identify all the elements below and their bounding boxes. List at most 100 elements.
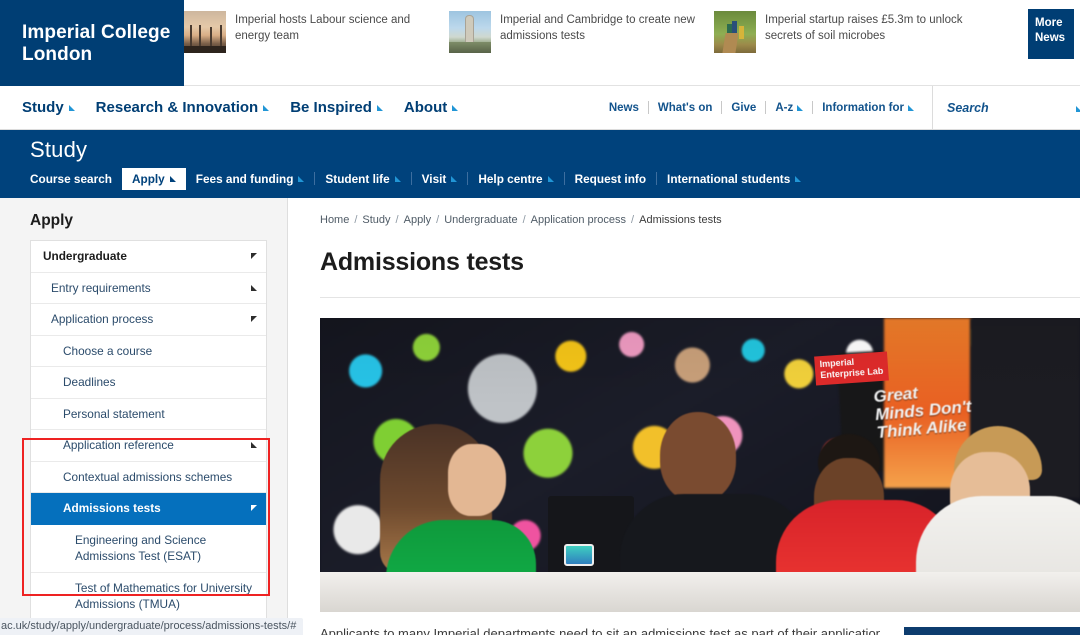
utility-item-label: A-z [775,101,794,114]
utility-item-whats-on[interactable]: What's on [649,102,721,114]
sidebar-item-application-reference[interactable]: Application reference [31,430,266,462]
page-body: Apply Undergraduate Entry requirements A… [0,198,1080,635]
caret-down-icon [451,175,458,182]
breadcrumb-item-home[interactable]: Home [320,214,349,226]
section-nav-label: International students [667,171,791,186]
hero-overlay [320,318,1080,612]
triangle-top-left-icon [251,505,257,512]
sidebar-item-contextual-admissions-schemes[interactable]: Contextual admissions schemes [31,462,266,494]
breadcrumb-separator: / [395,214,399,226]
section-nav: Course search Apply Fees and funding Stu… [30,167,1080,190]
nav-item-label: Research & Innovation [95,99,259,116]
news-items: Imperial hosts Labour science and energy… [184,0,1028,53]
section-nav-label: Course search [30,171,112,186]
breadcrumb: Home / Study / Apply / Undergraduate / A… [320,214,1080,226]
caret-down-icon [452,104,459,111]
utility-item-give[interactable]: Give [722,102,765,114]
main-content: Home / Study / Apply / Undergraduate / A… [288,198,1080,635]
sidebar-item-label: Application reference [63,438,174,453]
nav-item-label: Study [22,99,64,116]
sidebar-item-esat[interactable]: Engineering and Science Admissions Test … [31,525,266,573]
section-nav-label: Fees and funding [195,171,294,186]
more-news-line-2: News [1035,31,1066,44]
sidebar-item-label: Undergraduate [43,249,127,263]
nav-item-research-and-innovation[interactable]: Research & Innovation [96,99,270,116]
sidebar-heading: Apply [30,212,74,229]
news-headline: Imperial and Cambridge to create new adm… [500,14,695,43]
section-nav-item-help-centre[interactable]: Help centre [468,168,563,190]
caret-down-icon [263,104,270,111]
sidebar-item-application-process[interactable]: Application process [31,304,266,336]
breadcrumb-item-admissions-tests: Admissions tests [639,214,722,226]
utility-item-label: Information for [822,101,904,114]
caret-down-icon [169,175,176,182]
section-nav-item-request-info[interactable]: Request info [565,168,656,190]
students-collaborating-photo: Imperial Enterprise Lab Great Minds Don'… [320,318,1080,612]
primary-nav: Study Research & Innovation Be Inspired … [0,99,459,116]
sidebar-item-admissions-tests[interactable]: Admissions tests [31,493,266,525]
news-item[interactable]: Imperial hosts Labour science and energy… [184,11,449,53]
sidebar-nav-list: Undergraduate Entry requirements Applica… [30,240,267,635]
utility-item-news[interactable]: News [600,102,648,114]
nav-item-label: Be Inspired [290,99,372,116]
breadcrumb-separator: / [631,214,635,226]
caret-down-icon [908,104,914,111]
search-label: Search [947,100,989,115]
nav-item-about[interactable]: About [403,99,459,116]
sidebar-item-label: Entry requirements [51,280,151,295]
sidebar-item-label: Engineering and Science Admissions Test … [75,532,207,564]
caret-down-icon [394,175,401,182]
sidebar-item-label: Contextual admissions schemes [63,469,233,484]
section-banner-study: Study Course search Apply Fees and fundi… [0,130,1080,198]
news-headline: Imperial hosts Labour science and energy… [235,14,411,43]
triangle-top-left-icon [251,316,257,323]
section-nav-item-international-students[interactable]: International students [657,168,811,190]
breadcrumb-separator: / [522,214,526,226]
sidebar-item-undergraduate[interactable]: Undergraduate [31,241,266,273]
utility-item-a-z[interactable]: A-z [766,102,812,114]
search-input[interactable]: Search [932,85,1080,130]
section-nav-item-fees-and-funding[interactable]: Fees and funding [186,168,315,190]
intro-paragraph: Applicants to many Imperial departments … [320,626,880,635]
section-nav-item-course-search[interactable]: Course search [30,168,122,190]
news-strip: Imperial College London Imperial hosts L… [0,0,1080,86]
utility-item-label: Give [731,101,757,114]
page-title: Admissions tests [320,248,524,276]
utility-item-information-for[interactable]: Information for [813,102,923,114]
queens-tower-photo-thumbnail [449,11,491,53]
section-nav-label: Request info [574,171,647,186]
sidebar-item-label: Test of Mathematics for University Admis… [75,580,253,612]
sidebar: Apply Undergraduate Entry requirements A… [0,198,288,635]
sidebar-item-label: Personal statement [63,406,165,421]
news-item[interactable]: Imperial startup raises £5.3m to unlock … [714,11,979,53]
nav-item-study[interactable]: Study [22,99,75,116]
breadcrumb-item-study[interactable]: Study [362,214,390,226]
sidebar-item-entry-requirements[interactable]: Entry requirements [31,273,266,305]
sidebar-item-personal-statement[interactable]: Personal statement [31,399,266,431]
cta-panel[interactable] [904,627,1080,635]
breadcrumb-separator: / [436,214,440,226]
utility-item-label: News [608,101,639,114]
more-news-line-1: More [1035,17,1063,29]
logo-line-2: London [22,44,93,66]
breadcrumb-item-undergraduate[interactable]: Undergraduate [444,214,517,226]
section-nav-item-apply[interactable]: Apply [121,167,186,190]
sidebar-item-deadlines[interactable]: Deadlines [31,367,266,399]
section-nav-item-visit[interactable]: Visit [412,168,468,190]
more-news-button[interactable]: More News [1028,9,1074,59]
caret-down-icon [68,104,75,111]
caret-down-icon [1076,105,1080,112]
caret-down-icon [795,175,802,182]
nav-item-label: About [403,99,448,116]
news-item[interactable]: Imperial and Cambridge to create new adm… [449,11,714,53]
sidebar-item-label: Admissions tests [63,501,161,516]
nav-item-be-inspired[interactable]: Be Inspired [290,99,383,116]
caret-down-icon [797,104,804,111]
breadcrumb-separator: / [354,214,358,226]
section-nav-item-student-life[interactable]: Student life [315,168,410,190]
imperial-college-london-logo[interactable]: Imperial College London [0,0,184,86]
sidebar-item-tmua[interactable]: Test of Mathematics for University Admis… [31,573,266,621]
breadcrumb-item-apply[interactable]: Apply [404,214,432,226]
sidebar-item-choose-a-course[interactable]: Choose a course [31,336,266,368]
breadcrumb-item-application-process[interactable]: Application process [531,214,626,226]
